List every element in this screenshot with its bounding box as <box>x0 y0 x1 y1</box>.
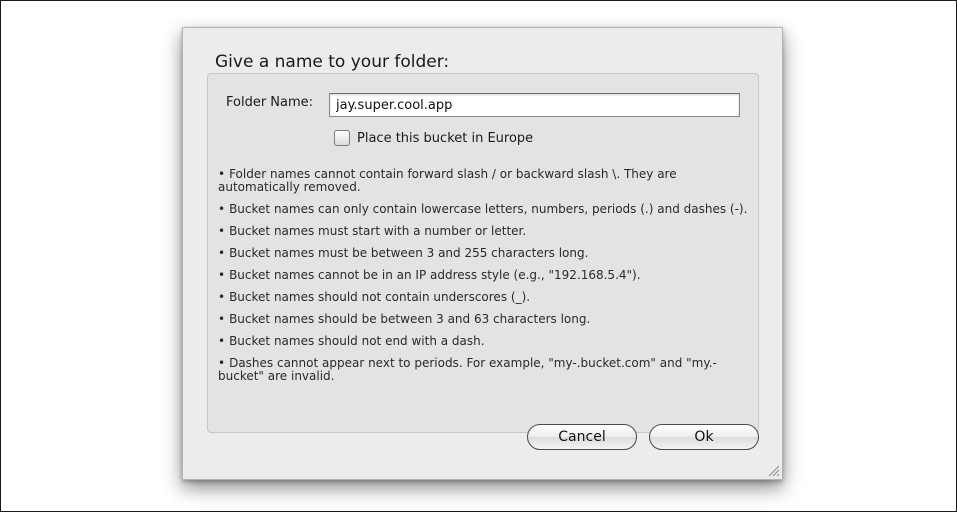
rule-text: Bucket names must start with a number or… <box>229 224 527 238</box>
rule-text: Bucket names should not end with a dash. <box>229 334 485 348</box>
rule-item: • Bucket names cannot be in an IP address… <box>218 269 748 282</box>
rule-text: Bucket names cannot be in an IP address … <box>229 268 641 282</box>
cancel-button[interactable]: Cancel <box>527 424 637 450</box>
bullet-icon: • <box>218 290 226 304</box>
rule-item: • Bucket names must start with a number o… <box>218 225 748 238</box>
rule-text: Bucket names should not contain undersco… <box>229 290 531 304</box>
rule-item: • Folder names cannot contain forward sla… <box>218 168 748 194</box>
bullet-icon: • <box>218 246 226 260</box>
rule-text: Bucket names can only contain lowercase … <box>229 202 748 216</box>
rule-text: Folder names cannot contain forward slas… <box>218 167 677 194</box>
rule-text: Bucket names must be between 3 and 255 c… <box>229 246 589 260</box>
dialog-title: Give a name to your folder: <box>215 52 450 72</box>
rule-text: Bucket names should be between 3 and 63 … <box>229 312 591 326</box>
rule-item: • Dashes cannot appear next to periods. F… <box>218 357 748 383</box>
bullet-icon: • <box>218 334 226 348</box>
bullet-icon: • <box>218 268 226 282</box>
new-folder-dialog: Give a name to your folder: Folder Name:… <box>182 27 783 480</box>
europe-checkbox-row[interactable]: Place this bucket in Europe <box>334 129 533 147</box>
rule-item: • Bucket names should be between 3 and 63… <box>218 313 748 326</box>
europe-checkbox[interactable] <box>334 130 350 146</box>
folder-settings-group: Folder Name: Place this bucket in Europe… <box>207 73 759 433</box>
bullet-icon: • <box>218 312 226 326</box>
naming-rules-list: • Folder names cannot contain forward sla… <box>218 168 748 392</box>
resize-grip-icon[interactable] <box>766 463 780 477</box>
folder-name-input[interactable] <box>329 93 740 117</box>
rule-item: • Bucket names must be between 3 and 255 … <box>218 247 748 260</box>
bullet-icon: • <box>218 202 226 216</box>
ok-button[interactable]: Ok <box>649 424 759 450</box>
rule-item: • Bucket names should not contain undersc… <box>218 291 748 304</box>
rule-text: Dashes cannot appear next to periods. Fo… <box>218 356 717 383</box>
bullet-icon: • <box>218 356 226 370</box>
folder-name-label: Folder Name: <box>226 95 314 110</box>
bullet-icon: • <box>218 167 226 181</box>
rule-item: • Bucket names should not end with a dash… <box>218 335 748 348</box>
rule-item: • Bucket names can only contain lowercase… <box>218 203 748 216</box>
bullet-icon: • <box>218 224 226 238</box>
europe-checkbox-label[interactable]: Place this bucket in Europe <box>357 131 533 146</box>
